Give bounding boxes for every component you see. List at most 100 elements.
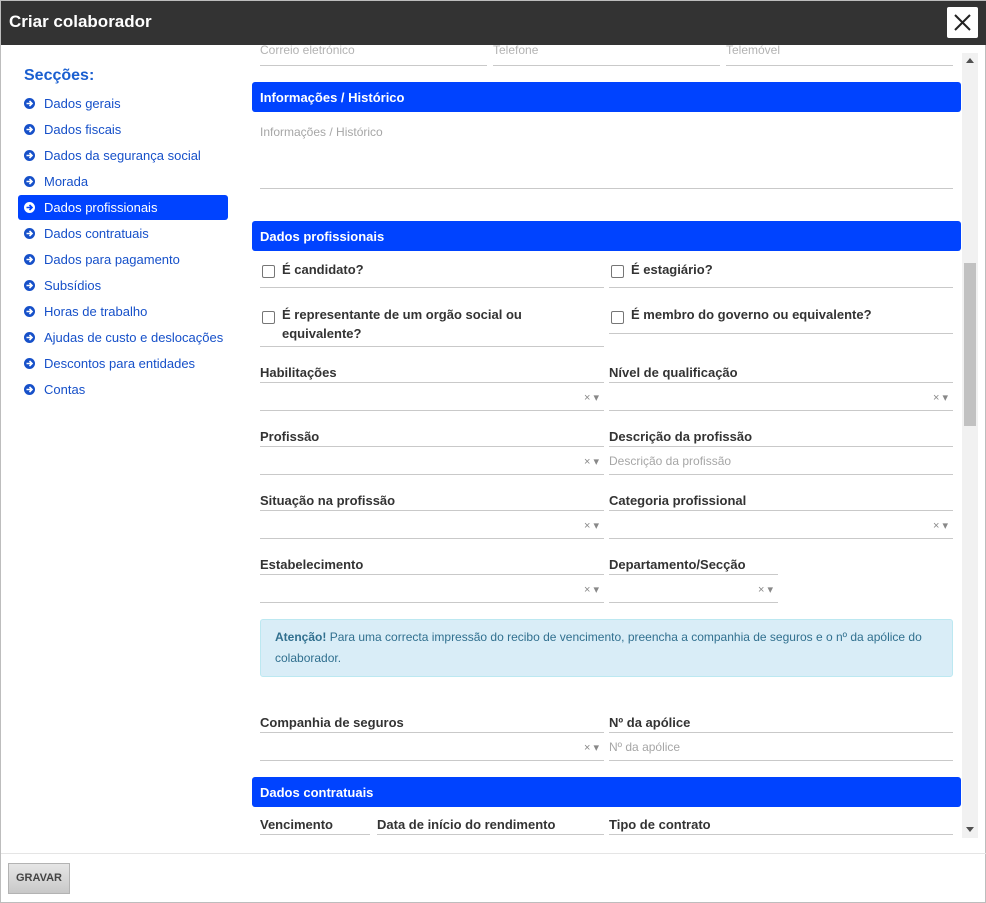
dialog-title: Criar colaborador (9, 12, 152, 31)
policy-number-input[interactable] (609, 760, 953, 761)
contract-type-field[interactable] (609, 834, 953, 835)
content-scrollbar[interactable] (962, 53, 978, 838)
phone-field[interactable] (493, 65, 720, 66)
divider (260, 382, 604, 383)
sidebar-item[interactable]: Subsídios (18, 273, 228, 298)
arrow-circle-right-icon (24, 150, 35, 161)
professional-category-select[interactable] (609, 538, 953, 539)
sidebar-item[interactable]: Contas (18, 377, 228, 402)
alert-text: Para uma correcta impressão do recibo de… (275, 630, 922, 665)
income-start-date-label: Data de início do rendimento (377, 817, 556, 832)
is-representative-label: É representante de um orgão social ou eq… (282, 307, 522, 341)
professional-section-header: Dados profissionais (252, 221, 961, 251)
is-candidate-checkbox[interactable] (262, 265, 275, 278)
divider (260, 510, 604, 511)
sidebar-item-label: Ajudas de custo e deslocações (44, 330, 224, 345)
profession-clear-icon[interactable]: × ▾ (584, 455, 599, 468)
divider (609, 446, 953, 447)
sidebar-item[interactable]: Morada (18, 169, 228, 194)
scroll-down-arrow-icon[interactable] (966, 827, 974, 832)
qualification-level-clear-icon[interactable]: × ▾ (933, 391, 948, 404)
qualifications-select[interactable] (260, 410, 604, 411)
is-representative-checkbox[interactable] (262, 311, 275, 324)
insurance-alert: Atenção! Para uma correcta impressão do … (260, 619, 953, 677)
mobile-field[interactable] (726, 65, 953, 66)
insurance-company-select[interactable] (260, 760, 604, 761)
policy-number-placeholder: Nº da apólice (609, 740, 681, 754)
arrow-circle-right-icon (24, 280, 35, 291)
qualification-level-select[interactable] (609, 410, 953, 411)
sidebar-item[interactable]: Ajudas de custo e deslocações (18, 325, 228, 350)
profession-label: Profissão (260, 429, 320, 444)
sidebar-item-label: Dados contratuais (44, 226, 149, 241)
profession-select[interactable] (260, 474, 604, 475)
sidebar-item[interactable]: Dados fiscais (18, 117, 228, 142)
policy-number-label: Nº da apólice (609, 715, 691, 730)
profession-status-select[interactable] (260, 538, 604, 539)
email-field[interactable] (260, 65, 487, 66)
sidebar-item-label: Contas (44, 382, 86, 397)
mobile-field-label: Telemóvel (726, 45, 781, 57)
arrow-circle-right-icon (24, 124, 35, 135)
profession-description-placeholder: Descrição da profissão (609, 454, 732, 468)
arrow-circle-right-icon (24, 358, 35, 369)
sidebar-item-label: Subsídios (44, 278, 102, 293)
professional-category-label: Categoria profissional (609, 493, 747, 508)
department-label: Departamento/Secção (609, 557, 746, 572)
arrow-circle-right-icon (24, 228, 35, 239)
scroll-up-arrow-icon[interactable] (966, 58, 974, 63)
insurance-company-label: Companhia de seguros (260, 715, 404, 730)
sidebar-item[interactable]: Dados para pagamento (18, 247, 228, 272)
arrow-circle-right-icon (24, 332, 35, 343)
divider (609, 382, 953, 383)
sidebar-item[interactable]: Descontos para entidades (18, 351, 228, 376)
department-clear-icon[interactable]: × ▾ (758, 583, 773, 596)
is-government-checkbox[interactable] (611, 311, 624, 324)
sidebar-item-label: Dados gerais (44, 96, 121, 111)
profession-description-input[interactable] (609, 474, 953, 475)
sidebar-item-label: Descontos para entidades (44, 356, 196, 371)
sidebar-title: Secções: (24, 67, 95, 84)
divider (609, 287, 953, 288)
income-start-date-field[interactable] (377, 834, 604, 835)
divider (260, 346, 604, 347)
salary-label: Vencimento (260, 817, 333, 832)
qualifications-clear-icon[interactable]: × ▾ (584, 391, 599, 404)
department-select[interactable] (609, 602, 778, 603)
sidebar-item[interactable]: Dados gerais (18, 91, 228, 116)
is-government-label: É membro do governo ou equivalente? (631, 307, 872, 322)
profession-status-clear-icon[interactable]: × ▾ (584, 519, 599, 532)
form-content: Correio eletrónico Telefone Telemóvel In… (241, 45, 961, 853)
footer-divider (1, 853, 986, 854)
sidebar-item[interactable]: Dados contratuais (18, 221, 228, 246)
insurance-company-clear-icon[interactable]: × ▾ (584, 741, 599, 754)
salary-field[interactable] (260, 834, 370, 835)
arrow-circle-right-icon (24, 176, 35, 187)
establishment-clear-icon[interactable]: × ▾ (584, 583, 599, 596)
professional-category-clear-icon[interactable]: × ▾ (933, 519, 948, 532)
qualification-level-label: Nível de qualificação (609, 365, 738, 380)
sidebar-item-label: Dados da segurança social (44, 148, 201, 163)
sidebar-item-label: Morada (44, 174, 89, 189)
sidebar-item[interactable]: Dados da segurança social (18, 143, 228, 168)
sidebar-item[interactable]: Dados profissionais (18, 195, 228, 220)
sidebar-item-label: Horas de trabalho (44, 304, 148, 319)
scroll-thumb[interactable] (964, 263, 976, 426)
divider (609, 510, 953, 511)
phone-field-label: Telefone (493, 45, 539, 57)
save-button[interactable]: GRAVAR (8, 863, 70, 894)
create-employee-dialog: Criar colaborador Secções: Dados gerais D… (0, 0, 986, 903)
is-candidate-label: É candidato? (282, 262, 364, 277)
is-intern-checkbox[interactable] (611, 265, 624, 278)
close-button[interactable] (947, 7, 978, 38)
sidebar-item-label: Dados fiscais (44, 122, 122, 137)
dialog-titlebar: Criar colaborador (1, 1, 986, 45)
info-textarea-placeholder: Informações / Histórico (260, 125, 383, 139)
divider (260, 446, 604, 447)
sidebar-item[interactable]: Horas de trabalho (18, 299, 228, 324)
establishment-select[interactable] (260, 602, 604, 603)
info-textarea[interactable] (260, 188, 953, 189)
divider (609, 574, 778, 575)
contract-type-label: Tipo de contrato (609, 817, 711, 832)
is-intern-label: É estagiário? (631, 262, 713, 277)
